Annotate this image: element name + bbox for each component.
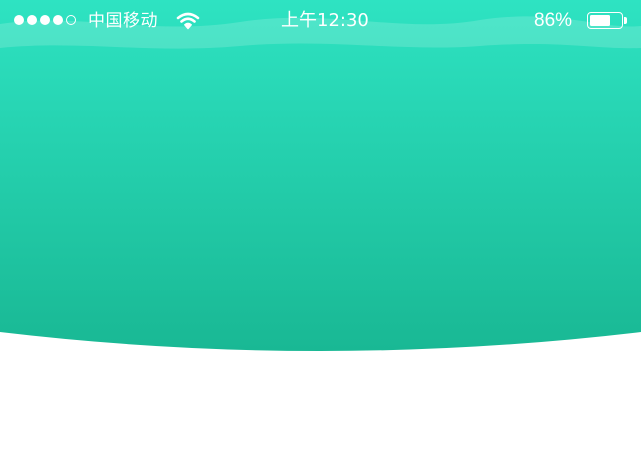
hero-curved-shape — [0, 0, 641, 351]
battery-percentage: 86% — [534, 10, 573, 31]
battery-icon — [587, 12, 627, 30]
wifi-icon — [176, 12, 200, 30]
hero-background — [0, 0, 641, 351]
status-bar: 中国移动 上午12:30 86% — [0, 0, 641, 44]
signal-strength-icon — [14, 15, 76, 27]
status-time: 上午12:30 — [281, 10, 369, 31]
carrier-name: 中国移动 — [88, 11, 158, 31]
phone-screen: 中国移动 上午12:30 86% — [0, 0, 641, 458]
hero-banner — [0, 0, 641, 352]
battery-level-fill — [590, 15, 610, 26]
